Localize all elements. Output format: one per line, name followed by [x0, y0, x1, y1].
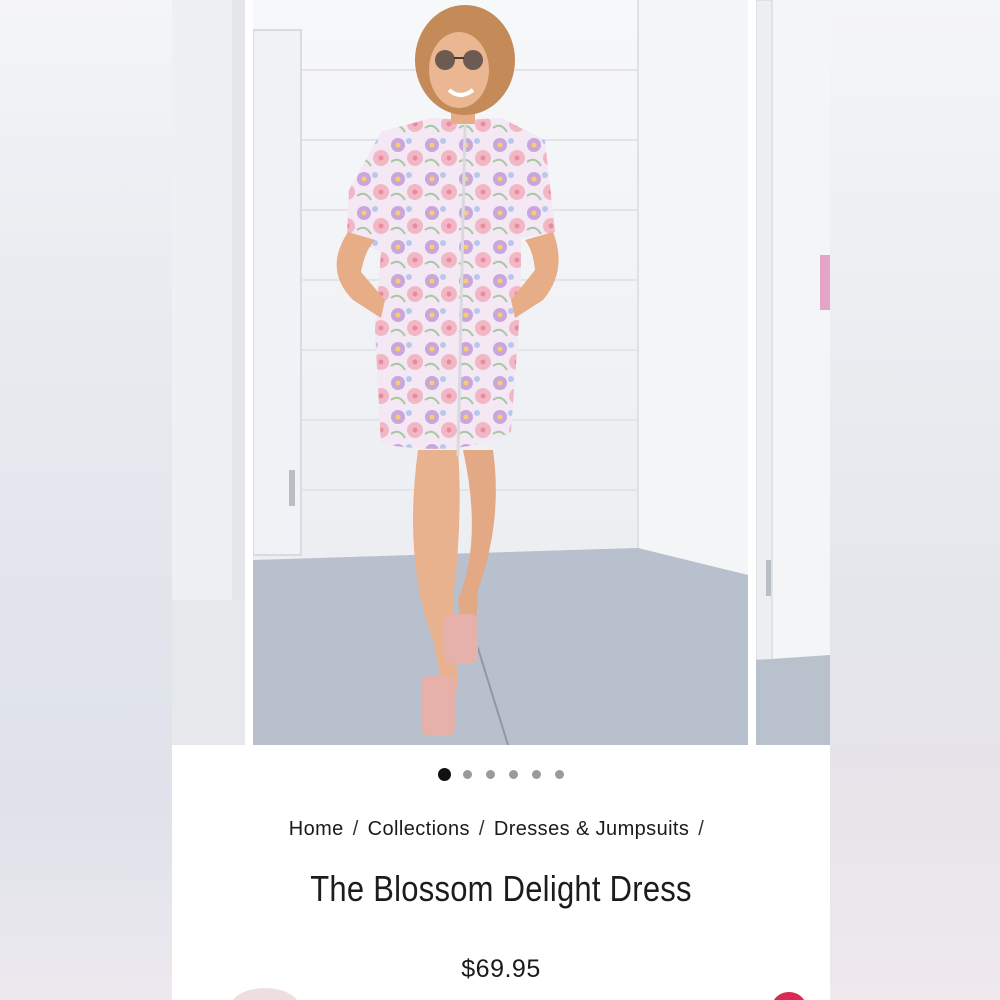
carousel-dot-1[interactable]	[438, 767, 451, 781]
breadcrumb: Home / Collections / Dresses & Jumpsuits…	[172, 818, 830, 841]
blurred-backdrop-left	[0, 0, 172, 1000]
carousel-dot-4[interactable]	[509, 769, 518, 779]
carousel-slide-current[interactable]	[253, 0, 748, 745]
breadcrumb-collections-link[interactable]: Collections	[368, 818, 470, 841]
carousel-dot-5[interactable]	[532, 769, 541, 779]
carousel-dot-3[interactable]	[486, 769, 495, 779]
carousel-dot-2[interactable]	[463, 769, 472, 779]
notification-badge-partial[interactable]	[772, 992, 806, 1000]
product-photo-next	[756, 0, 830, 745]
product-photo-previous	[172, 0, 245, 745]
product-price: $69.95	[461, 955, 541, 983]
carousel-dot-6[interactable]	[555, 769, 564, 779]
carousel-pagination	[172, 766, 830, 782]
carousel-slide-next[interactable]	[756, 0, 830, 745]
breadcrumb-home-link[interactable]: Home	[289, 818, 344, 841]
product-image-carousel[interactable]	[172, 0, 830, 745]
breadcrumb-dresses-jumpsuits-link[interactable]: Dresses & Jumpsuits	[494, 818, 689, 841]
product-page: Home / Collections / Dresses & Jumpsuits…	[172, 0, 830, 1000]
product-title: The Blossom Delight Dress	[310, 868, 692, 909]
breadcrumb-separator: /	[698, 818, 705, 840]
blurred-backdrop-right	[830, 0, 1000, 1000]
breadcrumb-separator: /	[478, 818, 485, 840]
product-photo-main	[253, 0, 748, 745]
carousel-slide-previous[interactable]	[172, 0, 245, 745]
wishlist-button-partial[interactable]	[230, 988, 300, 1000]
breadcrumb-separator: /	[352, 818, 359, 840]
